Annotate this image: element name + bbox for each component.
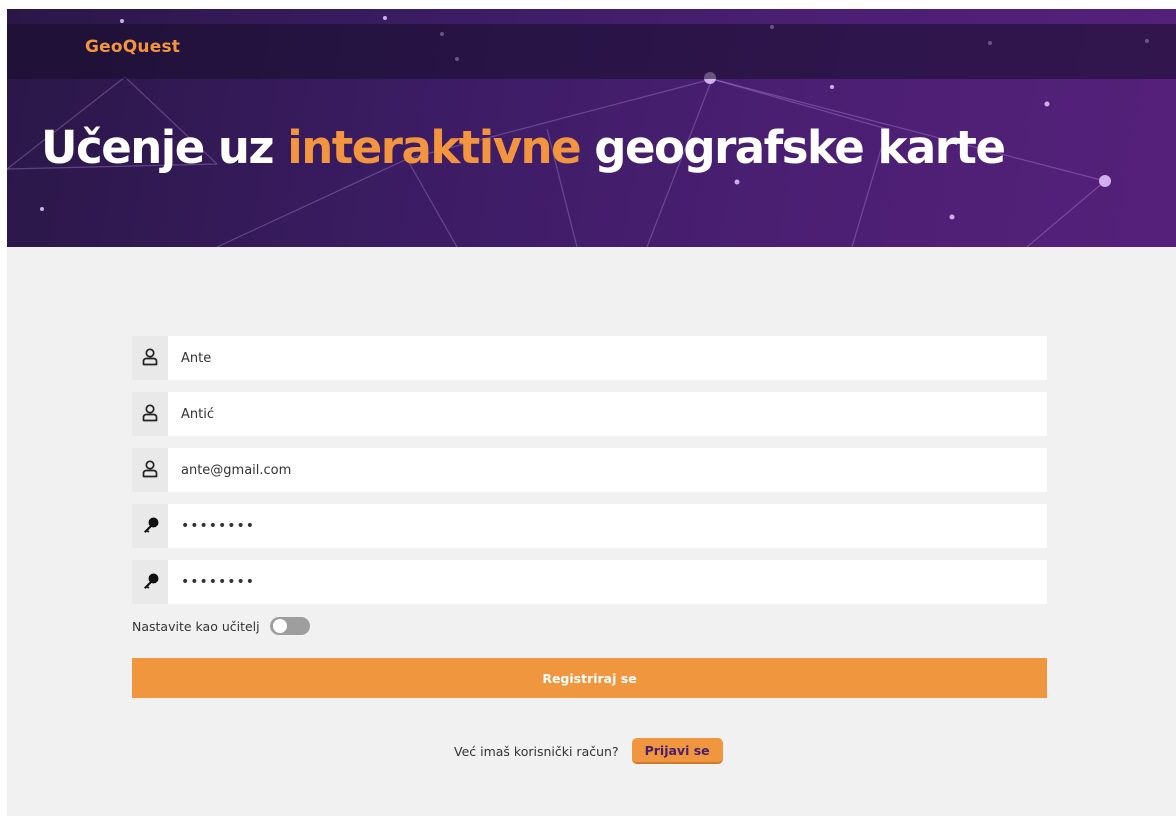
- toggle-knob: [272, 619, 287, 633]
- hero-headline: Učenje uz interaktivne geografske karte: [41, 121, 1006, 174]
- login-row: Već imaš korisnički račun? Prijavi se: [454, 737, 723, 765]
- user-icon: [142, 404, 158, 422]
- last-name-input[interactable]: [168, 392, 1047, 436]
- headline-part-1: Učenje uz: [41, 121, 288, 174]
- hero-banner: GeoQuest Učenje uz interaktivne geografs…: [7, 9, 1176, 247]
- teacher-toggle-label: Nastavite kao učitelj: [132, 618, 260, 634]
- confirm-password-field: [132, 560, 1047, 604]
- confirm-password-icon-cell: [132, 560, 168, 604]
- headline-part-2: geografske karte: [580, 121, 1006, 174]
- brand-logo[interactable]: GeoQuest: [85, 37, 180, 57]
- first-name-icon-cell: [132, 336, 168, 380]
- page: GeoQuest Učenje uz interaktivne geografs…: [7, 9, 1176, 816]
- key-icon: [144, 573, 159, 589]
- user-icon: [142, 348, 158, 366]
- register-button[interactable]: Registriraj se: [132, 658, 1047, 698]
- first-name-input[interactable]: [168, 336, 1047, 380]
- email-field: [132, 448, 1047, 492]
- key-icon: [144, 517, 159, 533]
- password-icon-cell: [132, 504, 168, 548]
- top-navigation-bar: [7, 24, 1176, 79]
- email-icon-cell: [132, 448, 168, 492]
- password-input[interactable]: [168, 504, 1047, 548]
- confirm-password-input[interactable]: [168, 560, 1047, 604]
- teacher-toggle-row: Nastavite kao učitelj: [132, 616, 310, 636]
- last-name-icon-cell: [132, 392, 168, 436]
- headline-accent: interaktivne: [287, 121, 581, 174]
- password-field: [132, 504, 1047, 548]
- last-name-field: [132, 392, 1047, 436]
- login-question: Već imaš korisnički račun?: [454, 743, 619, 759]
- first-name-field: [132, 336, 1047, 380]
- login-button[interactable]: Prijavi se: [631, 738, 723, 764]
- user-icon: [142, 460, 158, 478]
- teacher-toggle[interactable]: [269, 617, 310, 635]
- email-input[interactable]: [168, 448, 1047, 492]
